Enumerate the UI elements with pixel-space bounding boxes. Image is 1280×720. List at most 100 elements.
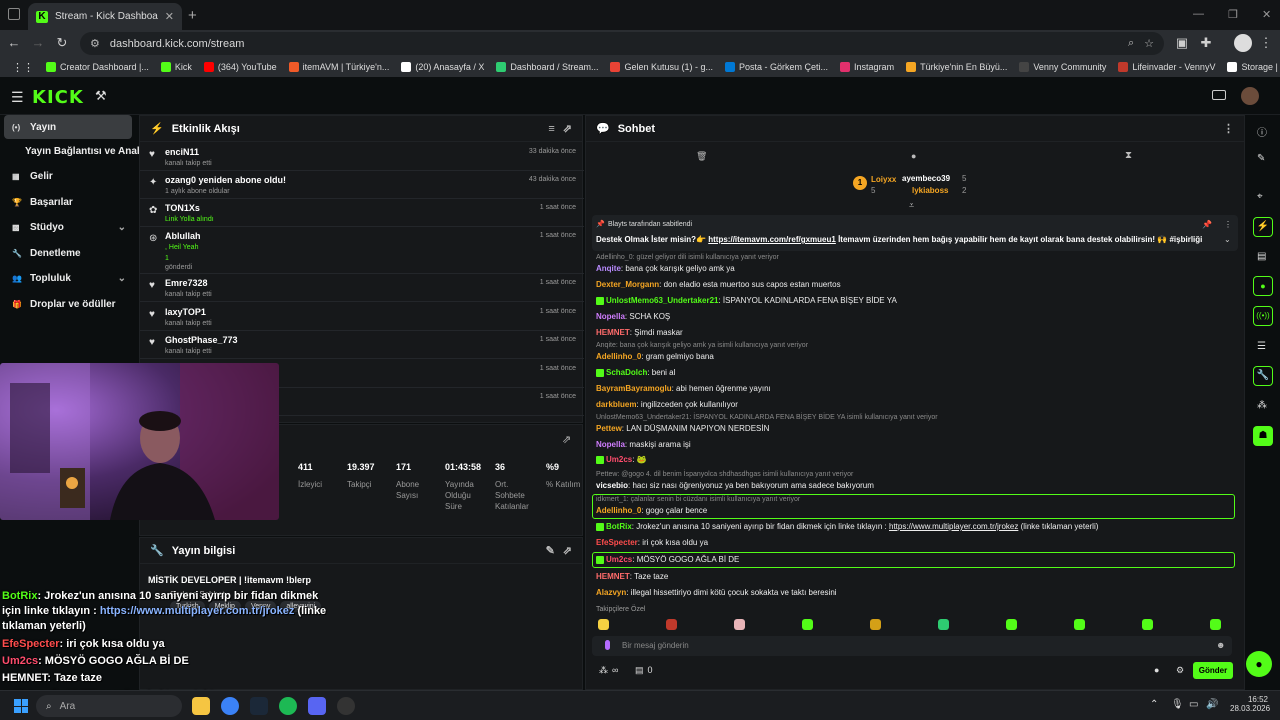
pinned-expand-icon[interactable]: ⌄: [1224, 235, 1231, 244]
layers-icon[interactable]: ☰: [1257, 341, 1266, 352]
event-user[interactable]: GhostPhase_773: [165, 335, 238, 345]
chat-input[interactable]: Bir mesaj gönderin ☻: [592, 636, 1232, 656]
bookmark-item[interactable]: Posta - Görkem Çeti...: [719, 62, 834, 72]
back-icon[interactable]: ←: [6, 35, 22, 50]
sidebar-item[interactable]: 🎁 Droplar ve ödüller: [4, 292, 132, 316]
bookmark-item[interactable]: itemAVM | Türkiye'n...: [283, 62, 396, 72]
chat-username[interactable]: BayramBayramoglu: [596, 384, 672, 393]
extension-icon[interactable]: ▣: [1174, 35, 1190, 51]
points-indicator[interactable]: ⁂ ∞: [599, 665, 618, 676]
chat-tool-icon[interactable]: ●: [1253, 276, 1273, 296]
send-button[interactable]: Gönder: [1193, 662, 1233, 679]
sidebar-item[interactable]: 🏆 Başarılar: [4, 190, 132, 214]
bookmark-item[interactable]: Instagram: [834, 62, 900, 72]
gifter-name-2[interactable]: ayembeco39: [902, 174, 950, 183]
emote-icon[interactable]: [666, 619, 677, 630]
sidebar-item[interactable]: ▦ Gelir: [4, 164, 132, 188]
chevron-down-icon[interactable]: ⌄: [118, 273, 126, 284]
chrome-icon[interactable]: [221, 697, 239, 715]
chat-username[interactable]: Alazvyn: [596, 588, 626, 597]
sidebar-item[interactable]: (•) Yayın: [4, 115, 132, 139]
expand-gifters-icon[interactable]: ⩡: [909, 200, 914, 211]
file-explorer-icon[interactable]: [192, 697, 210, 715]
emote-icon[interactable]: [598, 619, 609, 630]
chat-username[interactable]: UnlostMemo63_Undertaker21: [606, 296, 718, 305]
stats-popout-icon[interactable]: ⇗: [562, 433, 571, 446]
emote-icon[interactable]: [802, 619, 813, 630]
filter-icon[interactable]: ≡: [548, 123, 554, 135]
bookmark-item[interactable]: Creator Dashboard |...: [40, 62, 155, 72]
extensions-puzzle-icon[interactable]: ✚: [1198, 35, 1214, 51]
profile-avatar[interactable]: [1234, 34, 1252, 52]
event-user[interactable]: ozang0 yeniden abone oldu!: [165, 175, 286, 185]
pinned-link[interactable]: https://itemavm.com/ref/gxmueu1: [708, 235, 836, 244]
chat-mode-icon[interactable]: ●: [911, 151, 916, 161]
edit-icon[interactable]: ✎: [546, 544, 555, 557]
event-user[interactable]: TON1Xs: [165, 203, 200, 213]
discord-icon[interactable]: [308, 697, 326, 715]
points-tool-icon[interactable]: ⁂: [1257, 400, 1267, 411]
chat-settings-icon[interactable]: ⚙: [1176, 665, 1184, 676]
browser-menu-icon[interactable]: ⋮: [1258, 35, 1274, 51]
apps-grid-icon[interactable]: ⋮⋮: [6, 61, 40, 74]
user-avatar[interactable]: [1241, 87, 1259, 105]
spotify-icon[interactable]: [279, 697, 297, 715]
address-bar[interactable]: ⚙ dashboard.kick.com/stream ⌕ ☆: [80, 32, 1164, 55]
steam-icon[interactable]: [250, 697, 268, 715]
bookmark-star-icon[interactable]: ☆: [1144, 37, 1154, 50]
bot-tool-icon[interactable]: ☗: [1253, 426, 1273, 446]
queue-indicator[interactable]: ▤ 0: [635, 665, 653, 676]
chat-username[interactable]: Adellinho_0: [596, 352, 641, 361]
sidebar-item[interactable]: ▩ Stüdyo ⌄: [4, 215, 132, 239]
chat-username[interactable]: EfeSpecter: [596, 538, 638, 547]
minimize-icon[interactable]: —: [1193, 8, 1204, 20]
event-user[interactable]: enciN11: [165, 147, 199, 157]
taskbar-clock[interactable]: 16:52 28.03.2026: [1230, 695, 1270, 713]
emote-icon[interactable]: [1210, 619, 1221, 630]
crosshair-icon[interactable]: ⌖: [1257, 191, 1263, 202]
emoji-icon[interactable]: ☻: [1216, 640, 1225, 650]
bookmark-item[interactable]: Storage | Fivemanage: [1221, 62, 1280, 72]
obs-icon[interactable]: [337, 697, 355, 715]
unpin-icon[interactable]: 📌: [1202, 220, 1212, 229]
emote-icon[interactable]: [870, 619, 881, 630]
tray-expand-icon[interactable]: ⌃: [1150, 699, 1158, 710]
reload-icon[interactable]: ↻: [54, 35, 70, 51]
site-info-icon[interactable]: ⚙: [90, 37, 100, 50]
close-window-icon[interactable]: ✕: [1262, 8, 1271, 21]
bookmark-item[interactable]: (364) YouTube: [198, 62, 283, 72]
floating-chat-button[interactable]: ●: [1246, 651, 1272, 677]
gifter-name-1[interactable]: Loiyxx: [871, 175, 896, 184]
pinned-menu-icon[interactable]: ⋮: [1224, 220, 1232, 229]
emote-icon[interactable]: [1006, 619, 1017, 630]
chat-username[interactable]: Anqite: [596, 264, 621, 273]
bookmark-item[interactable]: Lifeinvader - VennyV: [1112, 62, 1221, 72]
info-icon[interactable]: ⓘ: [1257, 124, 1267, 139]
chat-username[interactable]: Nopella: [596, 312, 625, 321]
new-tab-icon[interactable]: +: [188, 7, 197, 24]
bookmark-item[interactable]: Kick: [155, 62, 198, 72]
chat-username[interactable]: Nopella: [596, 440, 625, 449]
gifter-name-3[interactable]: lykiaboss: [912, 186, 948, 195]
sidebar-item[interactable]: Yayın Bağlantısı ve Anahtarı: [4, 139, 159, 163]
chat-username[interactable]: BotRix: [606, 522, 632, 531]
bookmark-item[interactable]: (20) Anasayfa / X: [395, 62, 490, 72]
bookmark-item[interactable]: Venny Community: [1013, 62, 1112, 72]
chat-username[interactable]: Um2cs: [606, 455, 632, 464]
notes-icon[interactable]: ▤: [1257, 251, 1266, 262]
menu-hamburger-icon[interactable]: ☰: [11, 89, 24, 106]
chat-username[interactable]: HEMNET: [596, 572, 630, 581]
bookmark-item[interactable]: Türkiye'nin En Büyü...: [900, 62, 1013, 72]
sidebar-item[interactable]: 🔧 Denetleme: [4, 241, 132, 265]
emote-icon[interactable]: [734, 619, 745, 630]
pen-icon[interactable]: ✎: [1257, 153, 1265, 164]
emote-icon[interactable]: [1074, 619, 1085, 630]
broadcast-tool-icon[interactable]: ((•)): [1253, 306, 1273, 326]
hammer-icon[interactable]: ⚒: [95, 88, 107, 104]
tray-mic-icon[interactable]: 🎙: [1171, 699, 1184, 710]
windows-start-icon[interactable]: [14, 699, 28, 713]
slow-mode-icon[interactable]: ⧗: [1125, 150, 1132, 161]
chat-users-icon[interactable]: ●: [1154, 665, 1159, 675]
trash-icon[interactable]: 🗑: [696, 151, 707, 162]
chevron-down-icon[interactable]: ⌄: [118, 222, 126, 233]
